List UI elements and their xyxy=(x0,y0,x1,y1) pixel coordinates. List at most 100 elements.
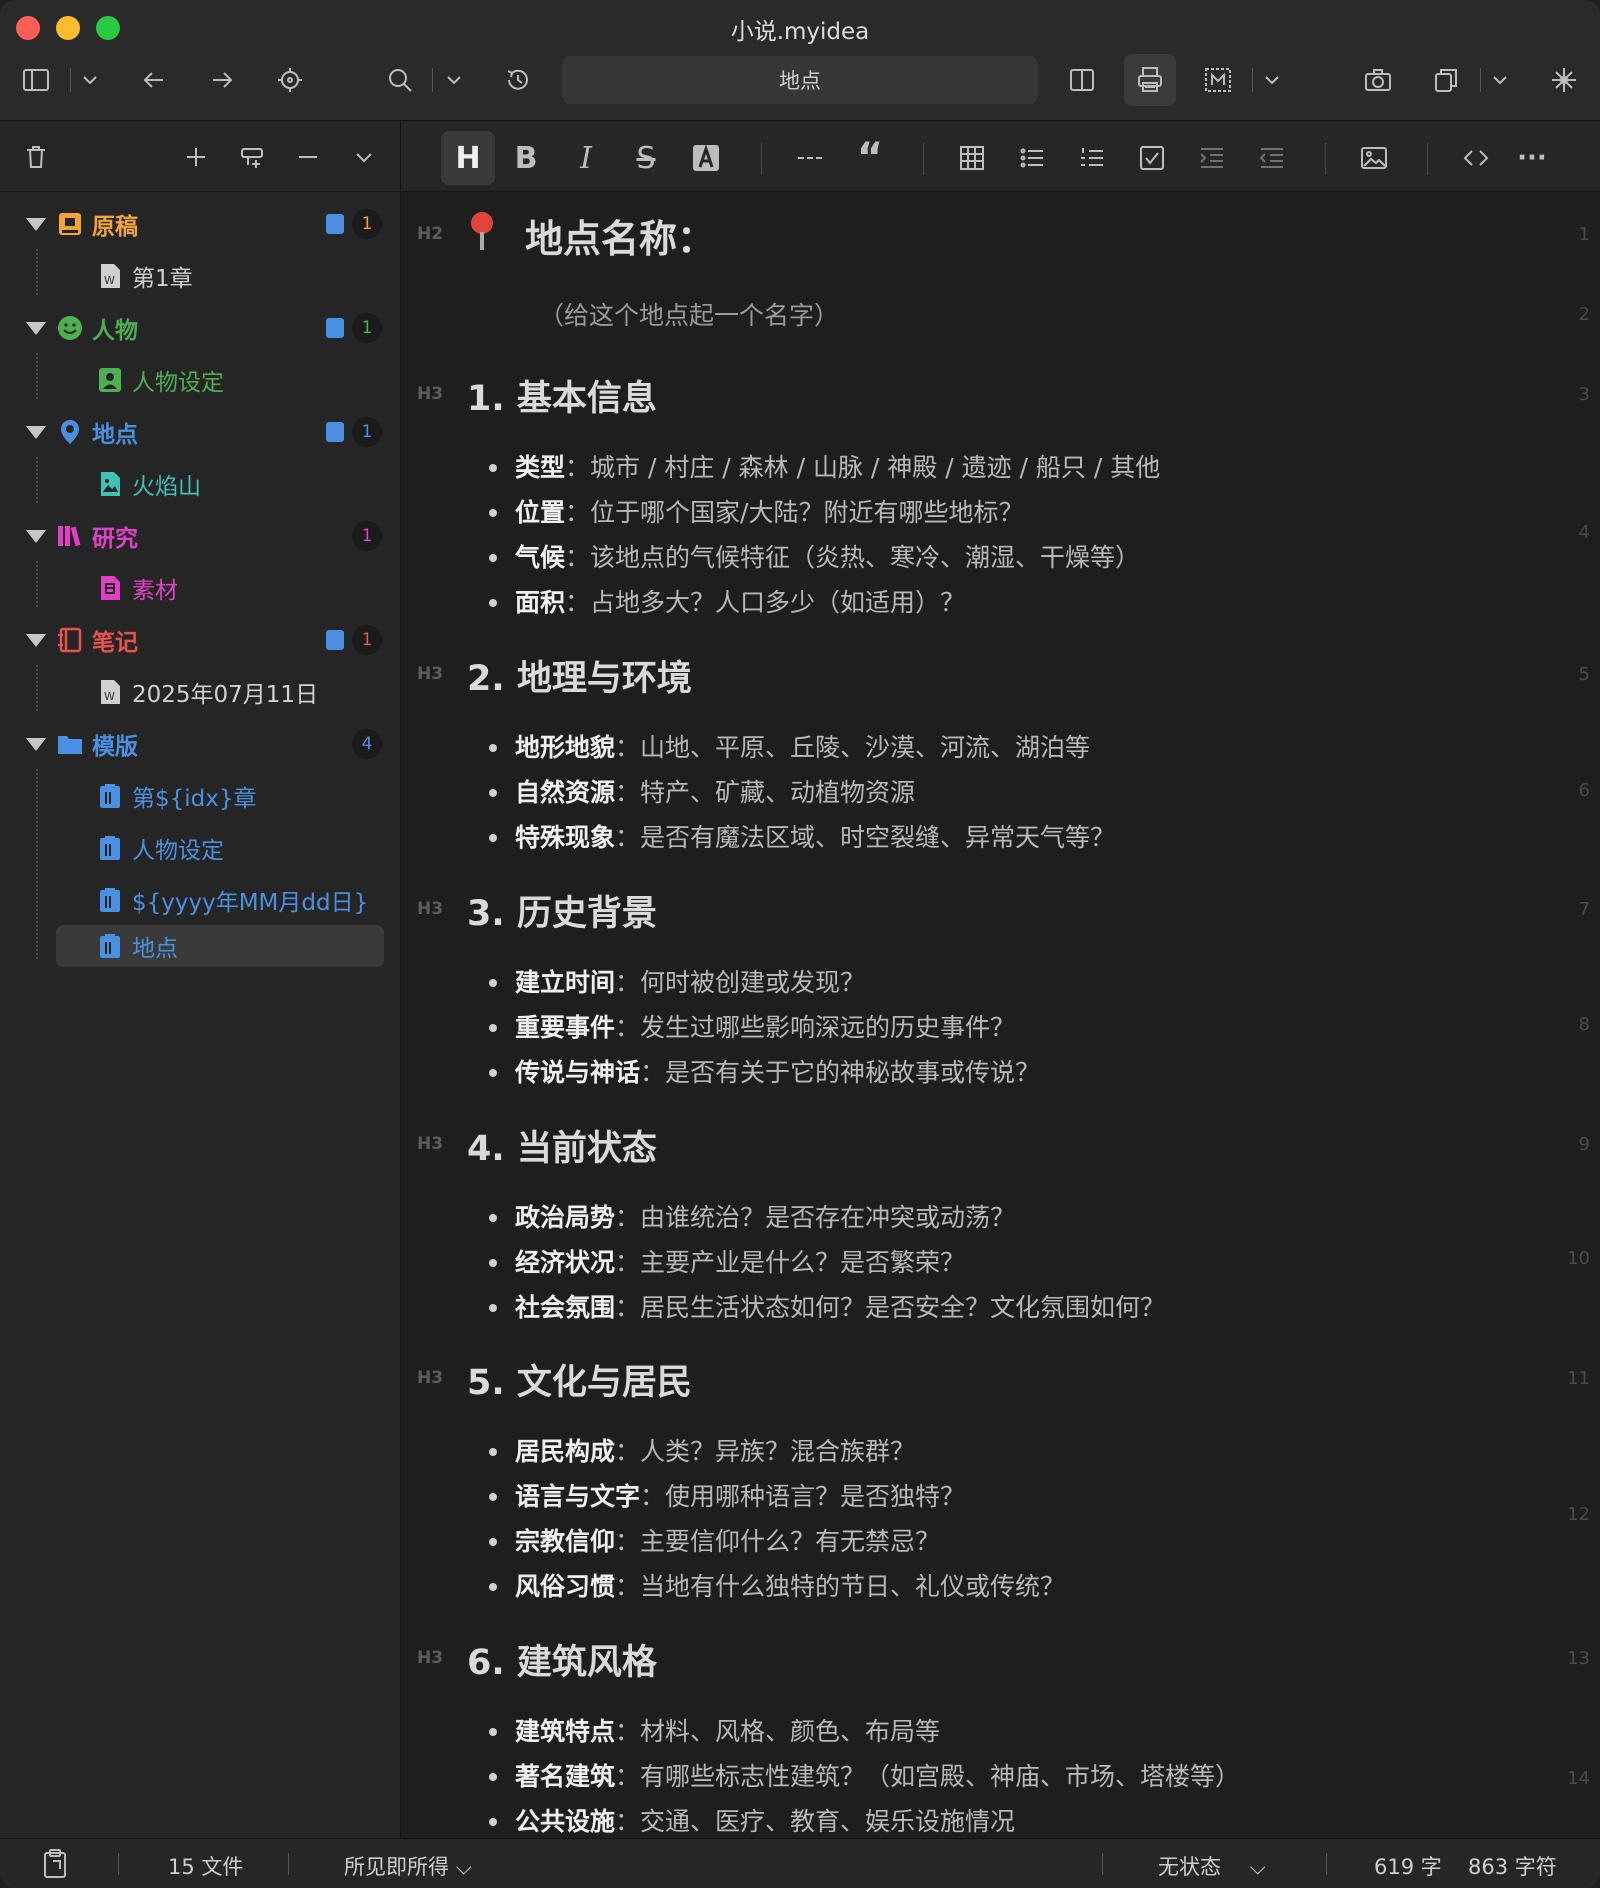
insert-image-button[interactable] xyxy=(1347,131,1401,185)
list-item[interactable]: 经济状况：主要产业是什么？是否繁荣？ xyxy=(515,1243,965,1279)
add-icon[interactable] xyxy=(176,137,216,177)
heading-button[interactable]: H xyxy=(441,131,495,185)
section-heading[interactable]: 5. 文化与居民 xyxy=(467,1354,692,1405)
bold-button[interactable]: B xyxy=(499,131,553,185)
folder-label: 笔记 xyxy=(92,630,138,656)
folder-row-notes[interactable]: 笔记 1 xyxy=(0,617,400,663)
tree-item-template-date[interactable]: ${yyyy年MM月dd日} xyxy=(0,877,400,923)
file-count: 15 文件 xyxy=(168,1855,244,1879)
markdown-icon[interactable] xyxy=(1198,60,1238,100)
list-item[interactable]: 重要事件：发生过哪些影响深远的历史事件？ xyxy=(515,1008,1015,1044)
list-item[interactable]: 宗教信仰：主要信仰什么？有无禁忌？ xyxy=(515,1522,940,1558)
search-input[interactable]: 地点 xyxy=(562,56,1038,104)
outdent-button[interactable] xyxy=(1245,131,1299,185)
list-item[interactable]: 政治局势：由谁统治？是否存在冲突或动荡？ xyxy=(515,1198,1015,1234)
copy-window-icon[interactable] xyxy=(1426,60,1466,100)
tree-item-template-chapter[interactable]: 第${idx}章 xyxy=(0,773,400,819)
line-number: 8 xyxy=(1578,1014,1590,1035)
history-icon[interactable] xyxy=(498,60,538,100)
back-arrow-icon[interactable] xyxy=(134,60,174,100)
indent-button[interactable] xyxy=(1185,131,1239,185)
horizontal-rule-button[interactable] xyxy=(783,131,837,185)
clipboard-icon[interactable] xyxy=(40,1847,70,1884)
list-item[interactable]: 建筑特点：材料、风格、颜色、布局等 xyxy=(515,1712,940,1748)
search-icon[interactable] xyxy=(380,60,420,100)
tree-item-label: 人物设定 xyxy=(132,370,224,396)
chevron-down-icon[interactable] xyxy=(1480,60,1520,100)
caret-down-icon[interactable] xyxy=(26,633,46,647)
bullet-list-button[interactable] xyxy=(1005,131,1059,185)
tree-item-chapter-1[interactable]: W 第1章 xyxy=(0,253,400,299)
chevron-down-icon[interactable] xyxy=(344,137,384,177)
list-item[interactable]: 居民构成：人类？异族？混合族群？ xyxy=(515,1432,915,1468)
list-item[interactable]: 面积：占地多大？人口多少（如适用）？ xyxy=(515,583,965,619)
folder-row-templates[interactable]: 模版 4 xyxy=(0,721,400,767)
locate-icon[interactable] xyxy=(270,60,310,100)
chevron-down-icon[interactable] xyxy=(434,60,474,100)
list-item[interactable]: 著名建筑：有哪些标志性建筑？（如宫殿、神庙、市场、塔楼等） xyxy=(515,1757,1240,1793)
placeholder-text[interactable]: （给这个地点起一个名字） xyxy=(539,296,839,332)
page-heading[interactable]: 地点名称： xyxy=(525,208,715,263)
trash-icon[interactable] xyxy=(16,137,56,177)
forward-arrow-icon[interactable] xyxy=(202,60,242,100)
sidebar-toggle-icon[interactable] xyxy=(16,60,56,100)
numbered-list-button[interactable] xyxy=(1065,131,1119,185)
caret-down-icon[interactable] xyxy=(26,737,46,751)
caret-down-icon[interactable] xyxy=(26,529,46,543)
code-button[interactable] xyxy=(1449,131,1503,185)
tree-item-flame-mountain[interactable]: 火焰山 xyxy=(0,461,400,507)
quote-button[interactable]: “ xyxy=(843,131,897,185)
document-state-select[interactable]: 无状态 ⌵ xyxy=(1158,1851,1266,1881)
italic-button[interactable]: I xyxy=(559,131,613,185)
list-item[interactable]: 公共设施：交通、医疗、教育、娱乐设施情况 xyxy=(515,1802,1015,1838)
folder-row-research[interactable]: 研究 1 xyxy=(0,513,400,559)
print-icon[interactable] xyxy=(1124,54,1176,106)
list-item[interactable]: 类型：城市 / 村庄 / 森林 / 山脉 / 神殿 / 遗迹 / 船只 / 其他 xyxy=(515,448,1160,484)
list-item[interactable]: 自然资源：特产、矿藏、动植物资源 xyxy=(515,773,915,809)
sparkle-icon[interactable] xyxy=(1544,60,1584,100)
split-view-icon[interactable] xyxy=(1062,60,1102,100)
chevron-down-icon[interactable] xyxy=(1252,60,1292,100)
folder-row-locations[interactable]: 地点 1 xyxy=(0,409,400,455)
highlight-button[interactable] xyxy=(679,131,733,185)
caret-down-icon[interactable] xyxy=(26,217,46,231)
count-badge: 4 xyxy=(352,729,382,759)
more-options-button[interactable]: ··· xyxy=(1505,131,1559,185)
section-heading[interactable]: 6. 建筑风格 xyxy=(467,1634,657,1685)
section-heading[interactable]: 3. 历史背景 xyxy=(467,885,657,936)
camera-icon[interactable] xyxy=(1358,60,1398,100)
section-heading[interactable]: 1. 基本信息 xyxy=(467,370,657,421)
tree-item-note-2025-07-11[interactable]: W 2025年07月11日 xyxy=(0,669,400,715)
line-number: 7 xyxy=(1578,899,1590,920)
table-button[interactable] xyxy=(945,131,999,185)
chevron-down-icon[interactable] xyxy=(70,60,110,100)
list-item[interactable]: 位置：位于哪个国家/大陆？附近有哪些地标？ xyxy=(515,493,1023,529)
tree-item-template-character[interactable]: 人物设定 xyxy=(0,825,400,871)
tree-item-template-location[interactable]: 地点 xyxy=(0,923,400,969)
list-item[interactable]: 气候：该地点的气候特征（炎热、寒冷、潮湿、干燥等） xyxy=(515,538,1140,574)
list-item[interactable]: 风俗习惯：当地有什么独特的节日、礼仪或传统？ xyxy=(515,1567,1065,1603)
list-item[interactable]: 社会氛围：居民生活状态如何？是否安全？文化氛围如何？ xyxy=(515,1288,1165,1324)
new-folder-icon[interactable] xyxy=(232,137,272,177)
note-badge-icon xyxy=(326,318,344,338)
tree-item-label: 素材 xyxy=(132,578,178,604)
caret-down-icon[interactable] xyxy=(26,425,46,439)
tree-item-material[interactable]: 素材 xyxy=(0,565,400,611)
collapse-icon[interactable] xyxy=(288,137,328,177)
pushpin-icon xyxy=(471,212,493,234)
list-item[interactable]: 传说与神话：是否有关于它的神秘故事或传说？ xyxy=(515,1053,1040,1089)
list-item[interactable]: 地形地貌：山地、平原、丘陵、沙漠、河流、湖泊等 xyxy=(515,728,1090,764)
caret-down-icon[interactable] xyxy=(26,321,46,335)
list-item[interactable]: 语言与文字：使用哪种语言？是否独特？ xyxy=(515,1477,965,1513)
editor[interactable]: H2 地点名称： （给这个地点起一个名字） H3 1. 基本信息 类型：城市 /… xyxy=(401,192,1600,1838)
section-heading[interactable]: 2. 地理与环境 xyxy=(467,650,692,701)
editor-mode-select[interactable]: 所见即所得 ⌵ xyxy=(344,1851,472,1881)
list-item[interactable]: 建立时间：何时被创建或发现？ xyxy=(515,963,865,999)
folder-row-drafts[interactable]: 原稿 1 xyxy=(0,201,400,247)
strikethrough-button[interactable]: S xyxy=(619,131,673,185)
tree-item-character-settings[interactable]: 人物设定 xyxy=(0,357,400,403)
checkbox-button[interactable] xyxy=(1125,131,1179,185)
section-heading[interactable]: 4. 当前状态 xyxy=(467,1120,657,1171)
list-item[interactable]: 特殊现象：是否有魔法区域、时空裂缝、异常天气等？ xyxy=(515,818,1115,854)
folder-row-characters[interactable]: 人物 1 xyxy=(0,305,400,351)
